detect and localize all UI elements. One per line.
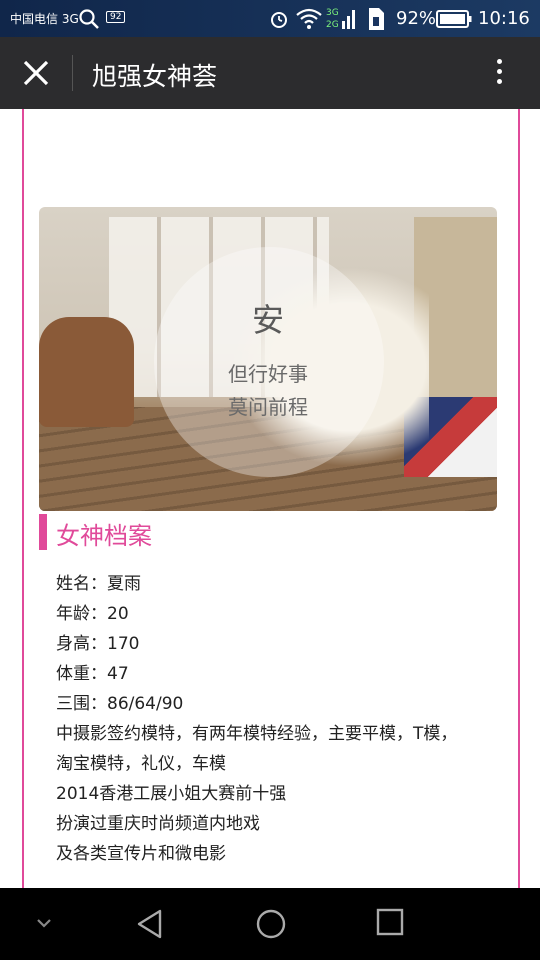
profile-line: 扮演过重庆时尚频道内地戏 xyxy=(56,814,260,834)
recents-icon[interactable] xyxy=(376,908,404,936)
search-icon xyxy=(79,9,99,29)
profile-line: 三围：86/64/90 xyxy=(56,694,184,714)
app-bar-divider xyxy=(72,55,73,91)
profile-info: 姓名：夏雨 年龄：20 身高：170 体重：47 三围：86/64/90 中摄影… xyxy=(56,569,506,869)
svg-text:3G: 3G xyxy=(326,8,339,18)
back-icon[interactable] xyxy=(136,908,164,940)
section-accent-bar xyxy=(39,514,47,550)
notification-badge-icon: 92 xyxy=(106,11,126,23)
profile-line: 年龄：20 xyxy=(56,604,129,624)
overlay-line-2: 莫问前程 xyxy=(228,395,308,419)
profile-line: 2014香港工展小姐大赛前十强 xyxy=(56,784,287,804)
overlay-title: 安 xyxy=(251,301,284,339)
profile-line: 淘宝模特，礼仪，车模 xyxy=(56,754,226,774)
sim-icon xyxy=(369,8,384,30)
profile-line: 身高：170 xyxy=(56,634,140,654)
section-title: 女神档案 xyxy=(56,522,152,550)
carrier-label: 中国电信 3G xyxy=(10,12,79,26)
close-icon[interactable] xyxy=(20,57,52,89)
overlay-line-1: 但行好事 xyxy=(228,362,308,386)
profile-line: 中摄影签约模特，有两年模特经验，主要平模，T模， xyxy=(56,724,458,744)
profile-line: 及各类宣传片和微电影 xyxy=(56,844,226,864)
app-bar: 旭强女神荟 xyxy=(0,37,540,109)
battery-percent: 92% xyxy=(396,8,437,29)
profile-line: 姓名：夏雨 xyxy=(56,574,141,594)
profile-line: 体重：47 xyxy=(56,664,129,684)
alarm-icon xyxy=(271,12,287,28)
page-title: 旭强女神荟 xyxy=(92,62,218,91)
article-content: 安 但行好事 莫问前程 女神档案 姓名：夏雨 年龄：20 身高：170 体重：4… xyxy=(0,109,540,888)
more-vert-icon[interactable] xyxy=(484,55,514,91)
clock: 10:16 xyxy=(478,8,530,29)
hero-image: 安 但行好事 莫问前程 xyxy=(39,207,497,511)
battery-icon xyxy=(436,10,472,28)
hide-keyboard-icon[interactable] xyxy=(34,916,54,930)
home-icon[interactable] xyxy=(255,908,287,940)
status-bar: 中国电信 3G 92 3G 2G 92% 10:16 xyxy=(0,0,540,37)
svg-text:2G: 2G xyxy=(326,20,339,30)
system-nav-bar xyxy=(0,888,540,960)
signal-icon: 3G 2G xyxy=(326,8,355,30)
wifi-icon xyxy=(296,8,322,29)
